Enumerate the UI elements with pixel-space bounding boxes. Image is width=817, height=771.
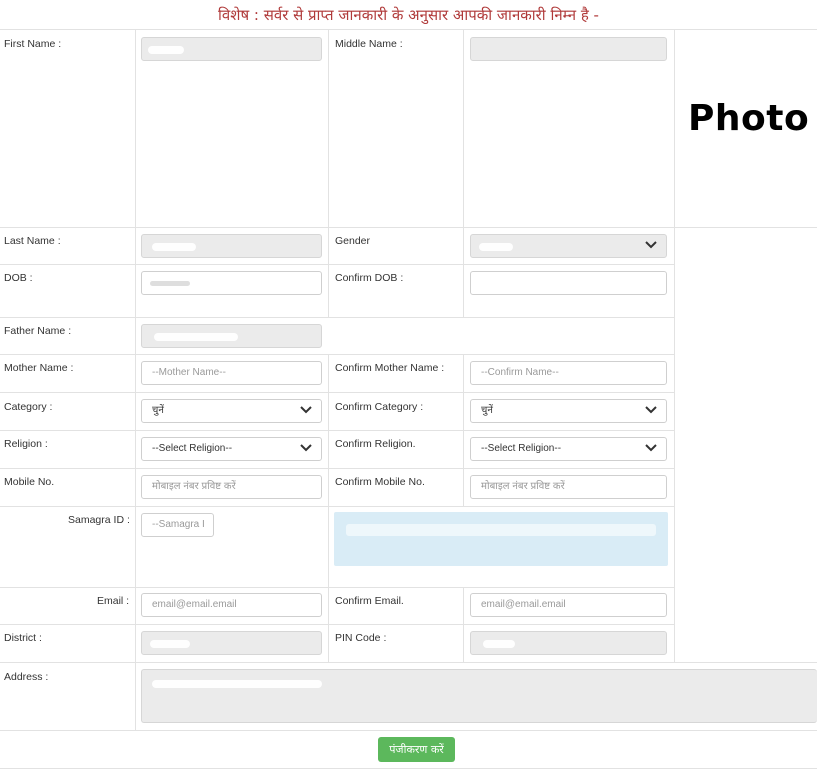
mother-name-input[interactable]: --Mother Name--: [141, 361, 322, 385]
mobile-placeholder: मोबाइल नंबर प्रविष्ट करें: [152, 481, 236, 492]
confirm-mother-name-label: Confirm Mother Name :: [335, 362, 445, 374]
confirm-mobile-label: Confirm Mobile No.: [335, 476, 425, 488]
gender-label: Gender: [335, 235, 371, 247]
grid-line: [0, 354, 674, 355]
email-placeholder: email@email.email: [152, 599, 237, 610]
category-label: Category :: [4, 401, 53, 413]
grid-line: [0, 506, 674, 507]
address-label: Address :: [4, 671, 49, 683]
redacted-value: [152, 243, 196, 251]
mobile-label: Mobile No.: [4, 476, 55, 488]
confirm-dob-label: Confirm DOB :: [335, 272, 404, 284]
middle-name-label: Middle Name :: [335, 38, 403, 50]
grid-line: [0, 392, 674, 393]
address-textarea[interactable]: [141, 669, 817, 723]
father-name-label: Father Name :: [4, 325, 72, 337]
confirm-religion-label: Confirm Religion.: [335, 438, 416, 450]
religion-selected: --Select Religion--: [152, 443, 233, 454]
redacted-value: [154, 333, 238, 341]
dob-label: DOB :: [4, 272, 33, 284]
district-label: District :: [4, 632, 42, 644]
confirm-category-select[interactable]: चुनें: [470, 399, 667, 423]
chevron-down-icon: [645, 444, 657, 452]
confirm-mobile-input[interactable]: मोबाइल नंबर प्रविष्ट करें: [470, 475, 667, 499]
religion-label: Religion :: [4, 438, 48, 450]
confirm-mobile-placeholder: मोबाइल नंबर प्रविष्ट करें: [481, 481, 565, 492]
confirm-religion-select[interactable]: --Select Religion--: [470, 437, 667, 461]
confirm-dob-field[interactable]: [470, 271, 667, 295]
chevron-down-icon: [300, 406, 312, 414]
email-label: Email :: [97, 595, 130, 607]
samagra-input[interactable]: --Samagra I: [141, 513, 214, 537]
redacted-value: [152, 680, 322, 688]
mobile-input[interactable]: मोबाइल नंबर प्रविष्ट करें: [141, 475, 322, 499]
confirm-mother-name-placeholder: --Confirm Name--: [481, 367, 559, 378]
confirm-email-placeholder: email@email.email: [481, 599, 566, 610]
first-name-field[interactable]: [141, 37, 322, 61]
district-field[interactable]: [141, 631, 322, 655]
mother-name-placeholder: --Mother Name--: [152, 367, 226, 378]
dob-field[interactable]: [141, 271, 322, 295]
grid-line: [0, 29, 817, 30]
redacted-value: [150, 281, 190, 286]
notice-heading: विशेष : सर्वर से प्राप्त जानकारी के अनुस…: [218, 6, 599, 24]
samagra-info-box: [334, 512, 668, 566]
gender-select[interactable]: [470, 234, 667, 258]
grid-line: [0, 730, 817, 731]
chevron-down-icon: [645, 241, 657, 249]
grid-line: [328, 29, 329, 317]
last-name-label: Last Name :: [4, 235, 61, 247]
grid-line: [328, 354, 329, 662]
grid-line: [0, 768, 817, 769]
middle-name-field[interactable]: [470, 37, 667, 61]
grid-line: [674, 29, 675, 662]
grid-line: [0, 317, 674, 318]
confirm-category-selected: चुनें: [481, 405, 493, 416]
last-name-field[interactable]: [141, 234, 322, 258]
category-select[interactable]: चुनें: [141, 399, 322, 423]
chevron-down-icon: [645, 406, 657, 414]
register-button[interactable]: पंजीकरण करें: [378, 737, 455, 762]
confirm-religion-selected: --Select Religion--: [481, 443, 562, 454]
grid-line: [0, 624, 674, 625]
pin-code-field[interactable]: [470, 631, 667, 655]
confirm-email-label: Confirm Email.: [335, 595, 404, 607]
confirm-email-input[interactable]: email@email.email: [470, 593, 667, 617]
redacted-value: [479, 243, 513, 251]
category-selected: चुनें: [152, 405, 164, 416]
grid-line: [0, 227, 817, 228]
samagra-placeholder: --Samagra I: [152, 519, 205, 530]
redacted-value: [148, 46, 184, 54]
grid-line: [463, 354, 464, 506]
grid-line: [0, 430, 674, 431]
first-name-label: First Name :: [4, 38, 62, 50]
redacted-value: [483, 640, 515, 648]
samagra-label: Samagra ID :: [68, 514, 130, 526]
grid-line: [0, 587, 674, 588]
father-name-field[interactable]: [141, 324, 322, 348]
grid-line: [0, 468, 674, 469]
email-input[interactable]: email@email.email: [141, 593, 322, 617]
religion-select[interactable]: --Select Religion--: [141, 437, 322, 461]
confirm-category-label: Confirm Category :: [335, 401, 424, 413]
grid-line: [0, 264, 674, 265]
mother-name-label: Mother Name :: [4, 362, 74, 374]
redacted-value: [150, 640, 190, 648]
grid-line: [463, 587, 464, 662]
pin-code-label: PIN Code :: [335, 632, 387, 644]
chevron-down-icon: [300, 444, 312, 452]
redacted-info-text: [346, 524, 656, 536]
grid-line: [463, 29, 464, 317]
confirm-mother-name-input[interactable]: --Confirm Name--: [470, 361, 667, 385]
grid-line: [135, 29, 136, 730]
photo-placeholder: Photo: [688, 98, 810, 139]
grid-line: [0, 662, 817, 663]
